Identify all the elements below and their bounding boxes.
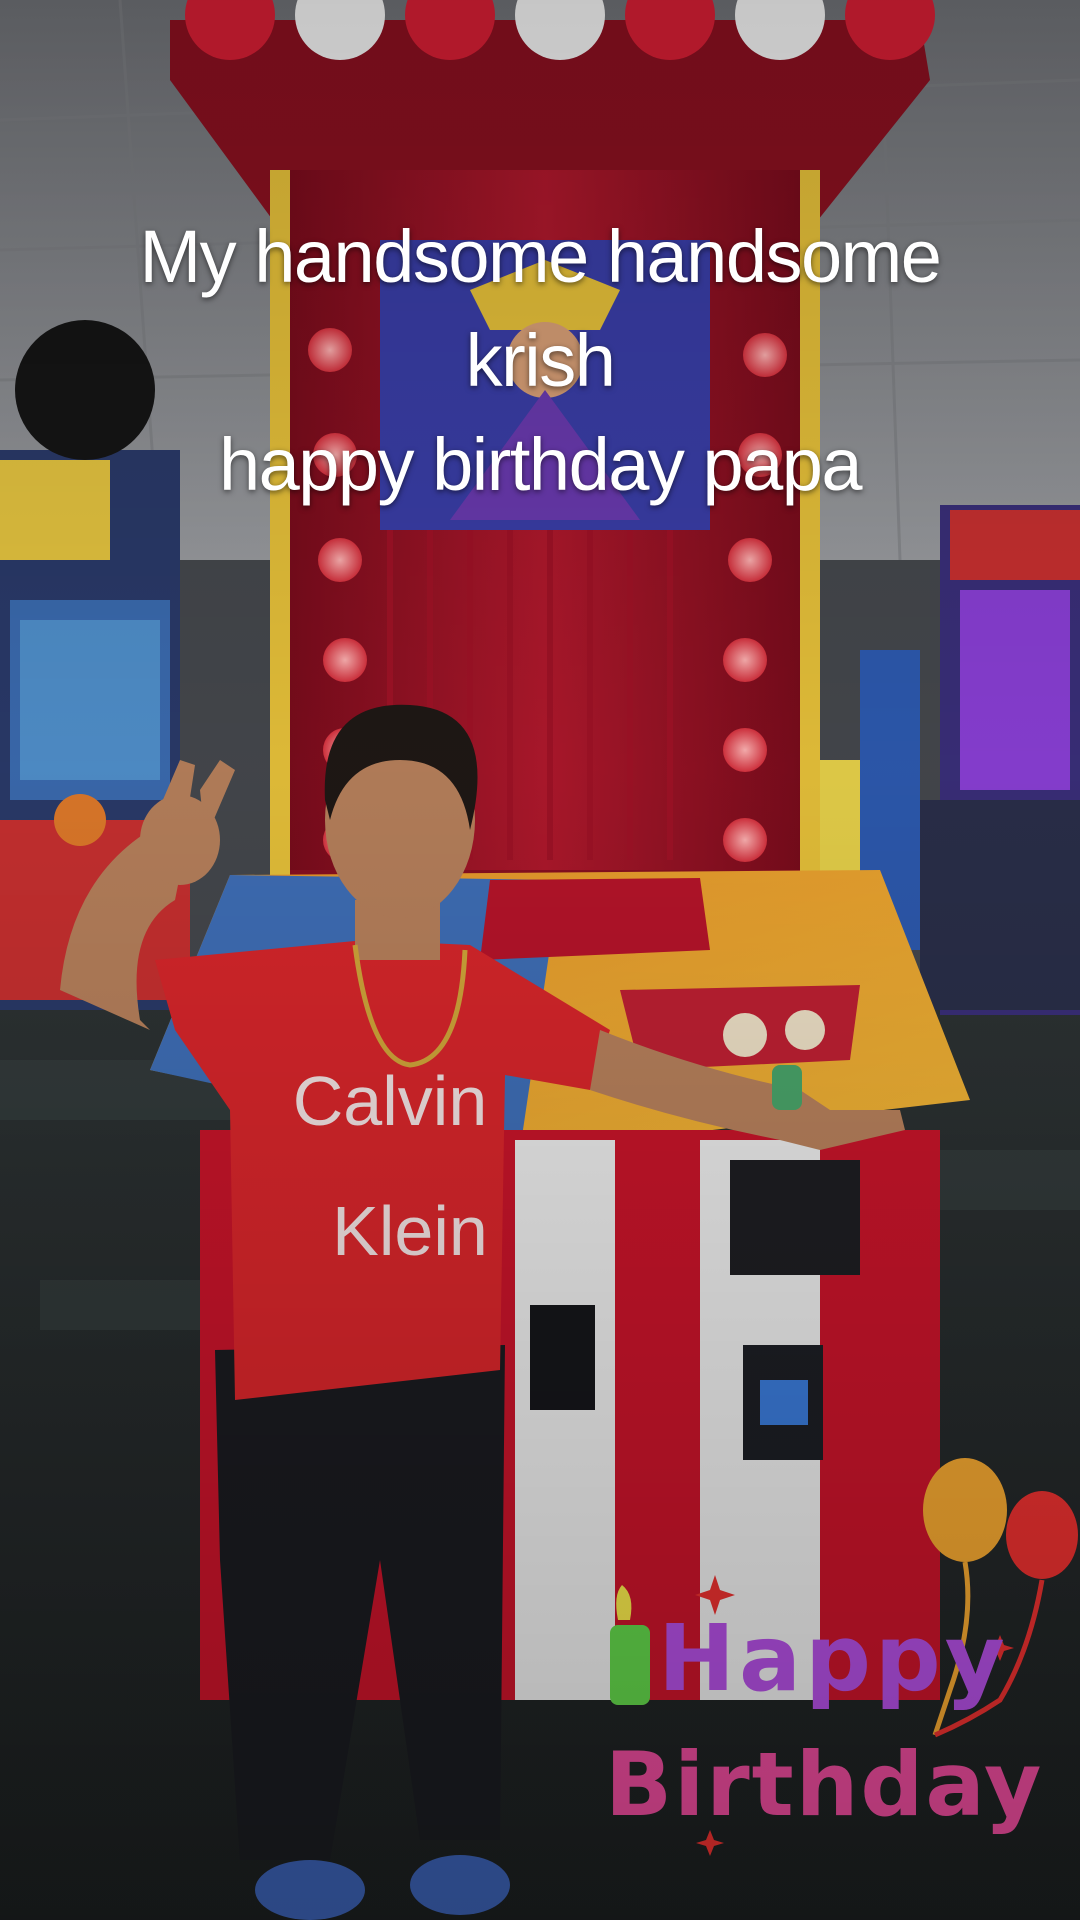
caption-line3: happy birthday papa [218,423,863,506]
sticker-line1: Happy [658,1605,1009,1712]
shirt-logo-line2: Klein [332,1192,488,1270]
sticker-line2: Birthday [605,1733,1043,1836]
caption-line1: My handsome handsome [139,215,942,298]
overlay-caption: My handsome handsome krish happy birthda… [40,205,1040,517]
caption-line2: krish [465,319,616,402]
shirt-logo-line1: Calvin [293,1062,488,1140]
